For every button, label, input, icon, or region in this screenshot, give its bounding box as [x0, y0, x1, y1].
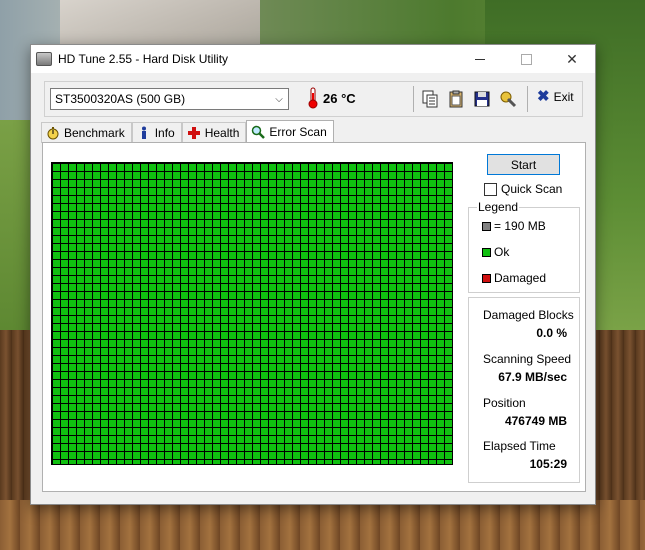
legend-swatch-red — [482, 273, 491, 283]
close-button[interactable]: ✕ — [549, 45, 595, 73]
elapsed-time-value: 105:29 — [529, 457, 567, 471]
temperature-value: 26 °C — [323, 91, 356, 106]
tab-info[interactable]: Info — [131, 122, 182, 143]
close-icon: ✕ — [566, 50, 578, 67]
hard-disk-icon — [36, 52, 52, 66]
minimize-button[interactable] — [457, 45, 503, 73]
maximize-icon — [520, 53, 532, 65]
elapsed-time-label: Elapsed Time — [483, 439, 556, 453]
tab-label: Info — [154, 126, 175, 140]
legend-swatch-gray — [482, 221, 491, 231]
legend-item-damaged: Damaged — [482, 271, 546, 285]
health-cross-icon — [187, 127, 200, 139]
legend-swatch-green — [482, 247, 491, 257]
damaged-blocks-label: Damaged Blocks — [483, 308, 574, 322]
legend-item-ok: Ok — [482, 245, 509, 259]
position-label: Position — [483, 396, 526, 410]
stopwatch-icon — [47, 127, 59, 140]
title-bar[interactable]: HD Tune 2.55 - Hard Disk Utility ✕ — [31, 45, 595, 73]
save-icon[interactable] — [472, 89, 492, 109]
tab-label: Error Scan — [269, 125, 327, 139]
scan-block-map — [51, 162, 453, 465]
quick-scan-checkbox[interactable]: Quick Scan — [484, 182, 562, 196]
legend-label: = 190 MB — [494, 219, 546, 233]
tab-bar: Benchmark Info Health Error Scan — [41, 120, 334, 143]
quick-scan-label: Quick Scan — [501, 182, 563, 196]
legend-title: Legend — [477, 200, 520, 214]
exit-button[interactable]: ✖ Exit — [537, 88, 574, 105]
info-icon — [141, 126, 146, 139]
toolbar: ST3500320AS (500 GB) ⌵ 26 °C ✖ Exit — [44, 81, 583, 117]
scanning-speed-label: Scanning Speed — [483, 352, 572, 366]
exit-x-icon: ✖ — [537, 88, 550, 105]
legend-item-block-size: = 190 MB — [482, 219, 546, 233]
minimize-icon — [475, 58, 485, 60]
toolbar-separator — [527, 86, 528, 112]
legend-group: Legend = 190 MB Ok Damaged — [468, 200, 580, 293]
tab-label: Benchmark — [64, 126, 125, 140]
start-button[interactable]: Start — [487, 154, 560, 175]
exit-label: Exit — [553, 90, 574, 104]
drive-select[interactable]: ST3500320AS (500 GB) ⌵ — [50, 88, 289, 110]
scanning-speed-value: 67.9 MB/sec — [498, 370, 567, 384]
copy-icon[interactable] — [420, 89, 440, 109]
magnifier-icon — [252, 125, 266, 139]
clipboard-icon[interactable] — [446, 89, 466, 109]
tab-label: Health — [204, 126, 240, 140]
background-cabin-wall — [0, 500, 645, 550]
error-scan-panel: Start Quick Scan Legend = 190 MB Ok Dama… — [42, 142, 586, 492]
thermometer-icon — [308, 87, 318, 109]
maximize-button[interactable] — [503, 45, 549, 73]
toolbar-separator — [413, 86, 414, 112]
tab-error-scan[interactable]: Error Scan — [246, 120, 334, 143]
legend-label: Ok — [494, 245, 510, 259]
hdtune-window: HD Tune 2.55 - Hard Disk Utility ✕ ST350… — [30, 44, 596, 505]
tab-health[interactable]: Health — [181, 122, 247, 143]
chevron-down-icon: ⌵ — [275, 93, 283, 105]
drive-select-value: ST3500320AS (500 GB) — [55, 92, 186, 106]
checkbox-icon — [484, 182, 497, 196]
window-title: HD Tune 2.55 - Hard Disk Utility — [58, 52, 229, 66]
legend-label: Damaged — [494, 271, 547, 285]
position-value: 476749 MB — [504, 414, 567, 428]
tab-benchmark[interactable]: Benchmark — [41, 122, 132, 143]
damaged-blocks-value: 0.0 % — [536, 326, 567, 340]
scan-stats-group: Damaged Blocks 0.0 % Scanning Speed 67.9… — [468, 297, 580, 483]
options-wrench-icon[interactable] — [498, 89, 518, 109]
